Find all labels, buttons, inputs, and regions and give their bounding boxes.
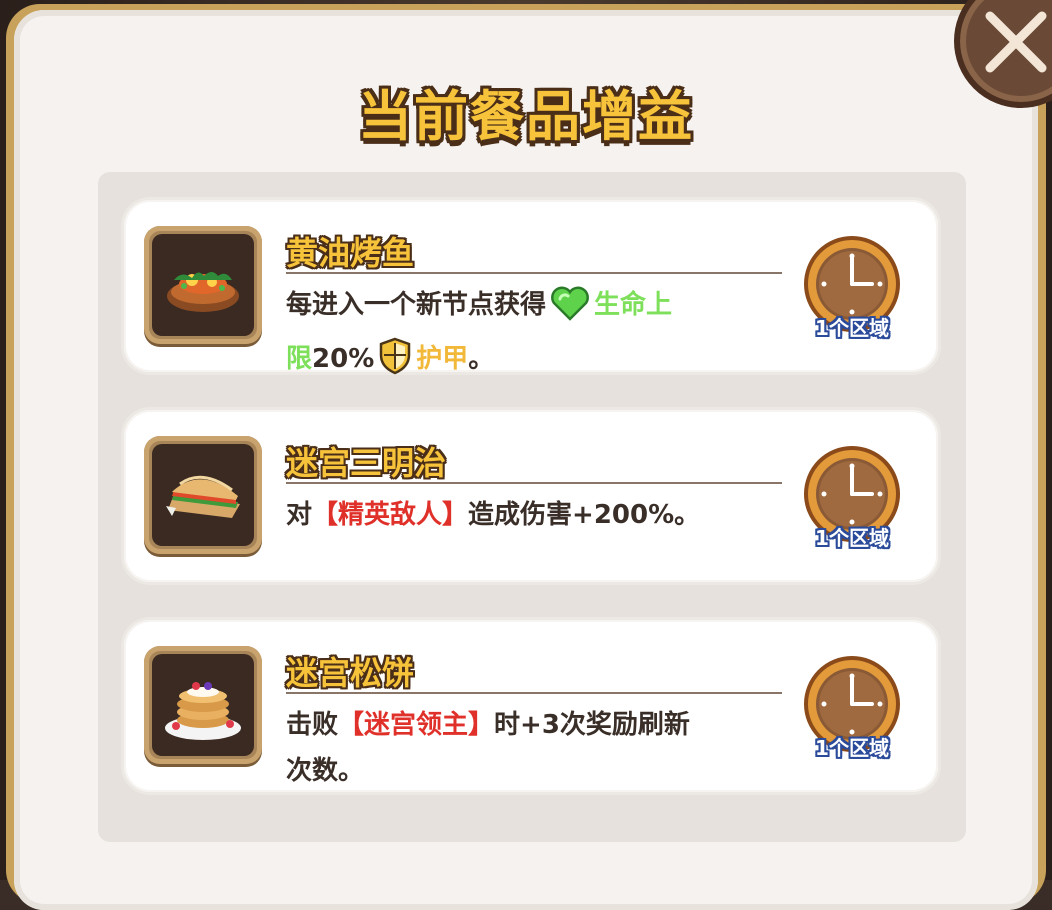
close-x-icon — [985, 11, 1047, 73]
pancake-icon — [165, 682, 241, 740]
desc-text: 每进入一个新节点获得 — [286, 290, 547, 320]
dialog-title: 当前餐品增益 — [358, 85, 694, 148]
buff-icon-frame — [144, 436, 262, 554]
buff-description: 对【精英敌人】造成伤害+200%。 — [286, 492, 786, 538]
sandwich-icon — [166, 475, 240, 518]
buff-card[interactable]: 迷宫三明治 对【精英敌人】造成伤害+200%。 1个区域 — [124, 410, 938, 582]
armor-text: 护甲 — [416, 344, 469, 374]
desc-text: 时+3次奖励刷新 — [494, 710, 690, 740]
buff-card[interactable]: 黄油烤鱼 每进入一个新节点获得 生命上限20% 护甲。 1个区域 — [124, 200, 938, 375]
maze-lord-text: 【迷宫领主】 — [338, 710, 495, 740]
buff-description: 每进入一个新节点获得 生命上限20% 护甲。 — [286, 282, 786, 390]
buff-title: 黄油烤鱼 — [286, 234, 415, 272]
divider — [286, 692, 782, 694]
buff-title: 迷宫松饼 — [286, 654, 415, 692]
duration-label: 1个区域 — [815, 526, 889, 550]
duration-label: 1个区域 — [815, 736, 889, 760]
buff-icon-frame — [144, 226, 262, 344]
duration-label: 1个区域 — [815, 316, 889, 340]
health-max-text: 生命上 — [594, 290, 673, 320]
desc-text: 对 — [286, 500, 313, 530]
heart-icon — [550, 285, 590, 336]
desc-text: 次数。 — [286, 756, 365, 786]
buff-card[interactable]: 迷宫松饼 击败【迷宫领主】时+3次奖励刷新次数。 1个区域 — [124, 620, 938, 792]
buff-icon-frame — [144, 646, 262, 764]
divider — [286, 482, 782, 484]
armor-percent: 20% — [312, 344, 375, 374]
shield-icon — [378, 337, 412, 390]
elite-enemy-text: 【精英敌人】 — [312, 500, 469, 530]
divider — [286, 272, 782, 274]
grilled-fish-icon — [167, 272, 239, 312]
health-max-text-cont: 限 — [286, 344, 313, 374]
desc-text: 击败 — [286, 710, 339, 740]
desc-text: 造成伤害+200%。 — [468, 500, 701, 530]
desc-end: 。 — [468, 344, 495, 374]
buff-title: 迷宫三明治 — [286, 444, 447, 482]
buff-description: 击败【迷宫领主】时+3次奖励刷新次数。 — [286, 702, 786, 794]
